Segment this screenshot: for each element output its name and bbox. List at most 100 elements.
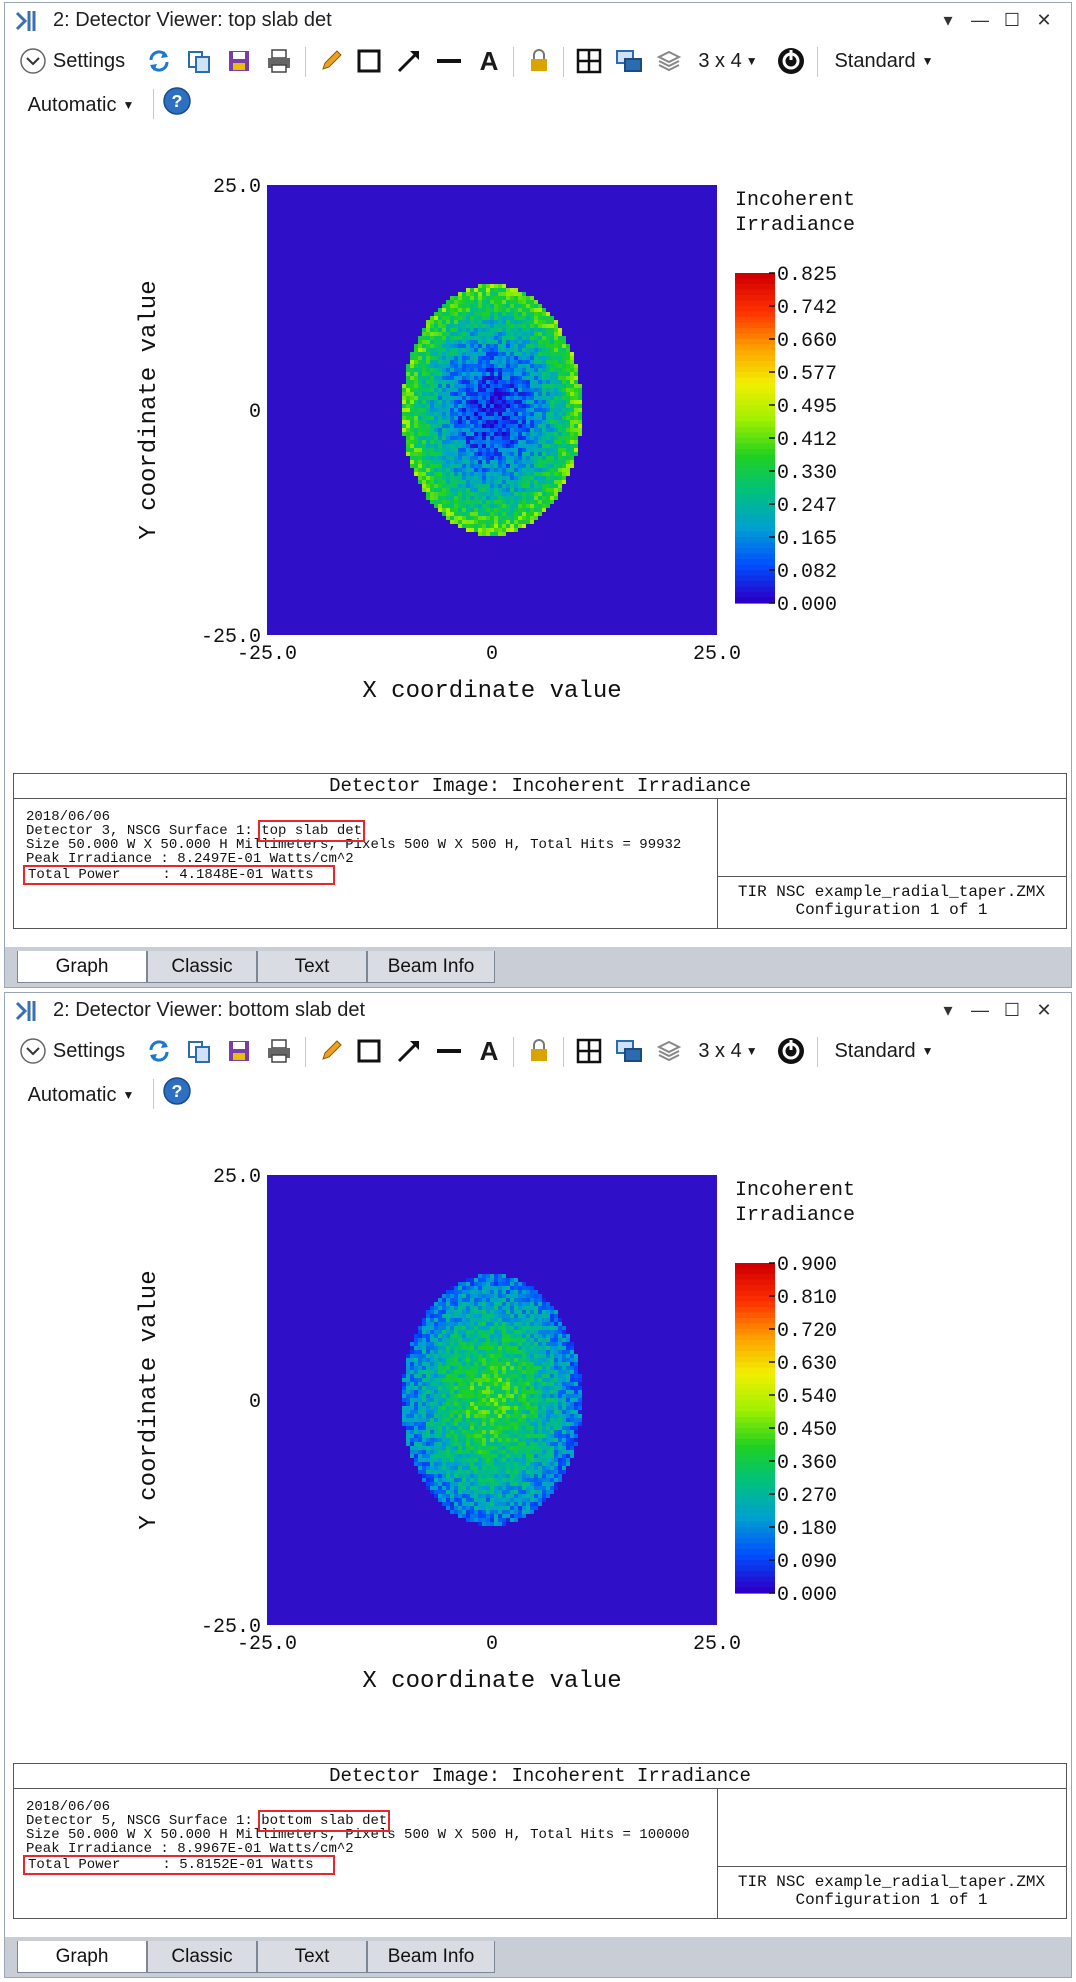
- zemax-app-icon: [15, 11, 36, 31]
- auto-update-icon[interactable]: [775, 47, 807, 75]
- configuration-label: Configuration 1 of 1: [795, 901, 988, 919]
- refresh-icon[interactable]: [145, 1037, 173, 1065]
- colorbar-tick-label: 0.630: [777, 1353, 837, 1376]
- standard-label: Standard: [834, 1039, 916, 1062]
- line-tool-icon[interactable]: [435, 47, 463, 75]
- colorbar-tick-label: 0.540: [777, 1386, 837, 1409]
- window-menu-dropdown-icon[interactable]: ▾: [935, 997, 961, 1023]
- text-tool-icon[interactable]: A: [475, 46, 503, 76]
- info-title: Detector Image: Incoherent Irradiance: [14, 1764, 1066, 1789]
- colorbar-tick-label: 0.360: [777, 1452, 837, 1475]
- chevron-down-icon: ▼: [122, 1088, 135, 1102]
- info-size-line: Size 50.000 W X 50.000 H Millimeters, Pi…: [26, 837, 682, 853]
- tab-classic[interactable]: Classic: [147, 1941, 257, 1973]
- settings-label: Settings: [52, 1039, 126, 1062]
- layout-dropdown[interactable]: 3 x 4 ▼: [695, 1037, 761, 1065]
- plot-area: -25.0 0 25.0 25.0 0 -25.0 X coordinate value Y …: [5, 125, 1071, 761]
- colorbar-tick-label: 0.660: [777, 330, 837, 353]
- copy-icon[interactable]: [185, 1037, 213, 1065]
- detector-viewer-window-top: 2: Detector Viewer: top slab det ▾ — ☐ ✕…: [4, 2, 1072, 988]
- tab-graph[interactable]: Graph: [17, 951, 147, 983]
- automatic-dropdown[interactable]: Automatic ▼: [21, 1081, 141, 1109]
- help-icon[interactable]: ?: [161, 1077, 193, 1105]
- toolbar-separator: [153, 1079, 154, 1109]
- colorbar-tick-label: 0.577: [777, 363, 837, 386]
- plot-area: -25.0 0 25.0 25.0 0 -25.0 X coordinate value Y …: [5, 1115, 1071, 1751]
- grid-icon[interactable]: [575, 47, 603, 75]
- maximize-icon[interactable]: ☐: [999, 7, 1025, 33]
- colorbar-tick-label: 0.720: [777, 1320, 837, 1343]
- save-icon[interactable]: [225, 1037, 253, 1065]
- lock-icon[interactable]: [525, 47, 553, 75]
- print-icon[interactable]: [265, 1037, 293, 1065]
- close-icon[interactable]: ✕: [1031, 7, 1057, 33]
- irradiance-chart: -25.0 0 25.025.00-25.0X coordinate valueY …: [136, 1166, 855, 1695]
- colorbar-tick-label: 0.090: [777, 1551, 837, 1574]
- view-tabs: Graph Classic Text Beam Info: [5, 1937, 1071, 1977]
- title-bar: 2: Detector Viewer: top slab det ▾ — ☐ ✕: [5, 3, 1071, 39]
- tab-beam-info[interactable]: Beam Info: [367, 951, 495, 983]
- settings-button[interactable]: Settings: [13, 1037, 131, 1065]
- x-tick-label: 0: [486, 1633, 498, 1656]
- y-tick-label: 0: [249, 1391, 261, 1414]
- colorbar-tick-label: 0.247: [777, 495, 837, 518]
- lock-icon[interactable]: [525, 1037, 553, 1065]
- colorbar-tick-label: 0.810: [777, 1287, 837, 1310]
- tab-text[interactable]: Text: [257, 1941, 367, 1973]
- print-icon[interactable]: [265, 47, 293, 75]
- rectangle-tool-icon[interactable]: [355, 1037, 383, 1065]
- windows-icon[interactable]: [615, 1037, 643, 1065]
- save-icon[interactable]: [225, 47, 253, 75]
- toolbar-separator: [305, 47, 306, 77]
- line-tool-icon[interactable]: [435, 1037, 463, 1065]
- info-detector-line: Detector 5, NSCG Surface 1: bottom slab …: [26, 1810, 690, 1832]
- minimize-icon[interactable]: —: [967, 7, 993, 33]
- colorbar-tick-label: 0.165: [777, 528, 837, 551]
- tab-beam-info[interactable]: Beam Info: [367, 1941, 495, 1973]
- colorbar-tick-label: 0.330: [777, 462, 837, 485]
- text-tool-icon[interactable]: A: [475, 1036, 503, 1066]
- settings-chevron-icon: [20, 1038, 46, 1064]
- layout-label: 3 x 4: [698, 49, 742, 72]
- colorbar-tick-label: 0.412: [777, 429, 837, 452]
- layout-dropdown[interactable]: 3 x 4 ▼: [695, 47, 761, 75]
- view-tabs: Graph Classic Text Beam Info: [5, 947, 1071, 987]
- y-tick-label: 25.0: [213, 1166, 261, 1189]
- pencil-icon[interactable]: [317, 47, 345, 75]
- window-title: 2: Detector Viewer: top slab det: [53, 9, 332, 31]
- layers-icon[interactable]: [655, 47, 683, 75]
- tab-classic[interactable]: Classic: [147, 951, 257, 983]
- arrow-tool-icon[interactable]: [395, 47, 423, 75]
- standard-dropdown[interactable]: Standard ▼: [829, 1037, 939, 1065]
- toolbar-separator: [153, 89, 154, 119]
- file-name: TIR NSC example_radial_taper.ZMX: [737, 1873, 1046, 1891]
- help-icon[interactable]: ?: [161, 87, 193, 115]
- toolbar-separator: [563, 1037, 564, 1067]
- info-date: 2018/06/06: [26, 1799, 111, 1815]
- windows-icon[interactable]: [615, 47, 643, 75]
- tab-graph[interactable]: Graph: [17, 1941, 147, 1973]
- close-icon[interactable]: ✕: [1031, 997, 1057, 1023]
- arrow-tool-icon[interactable]: [395, 1037, 423, 1065]
- colorbar-tick-label: 0.000: [777, 594, 837, 617]
- tab-text[interactable]: Text: [257, 951, 367, 983]
- colorbar-tick-label: 0.742: [777, 297, 837, 320]
- x-tick-label: 25.0: [693, 643, 741, 666]
- rectangle-tool-icon[interactable]: [355, 47, 383, 75]
- auto-update-icon[interactable]: [775, 1037, 807, 1065]
- automatic-dropdown[interactable]: Automatic ▼: [21, 91, 141, 119]
- info-panel: Detector Image: Incoherent Irradiance 20…: [13, 773, 1067, 929]
- refresh-icon[interactable]: [145, 47, 173, 75]
- info-size-line: Size 50.000 W X 50.000 H Millimeters, Pi…: [26, 1827, 690, 1843]
- settings-button[interactable]: Settings: [13, 47, 131, 75]
- window-menu-dropdown-icon[interactable]: ▾: [935, 7, 961, 33]
- x-tick-label: 25.0: [693, 1633, 741, 1656]
- info-date: 2018/06/06: [26, 809, 111, 825]
- maximize-icon[interactable]: ☐: [999, 997, 1025, 1023]
- copy-icon[interactable]: [185, 47, 213, 75]
- layers-icon[interactable]: [655, 1037, 683, 1065]
- pencil-icon[interactable]: [317, 1037, 345, 1065]
- standard-dropdown[interactable]: Standard ▼: [829, 47, 939, 75]
- grid-icon[interactable]: [575, 1037, 603, 1065]
- minimize-icon[interactable]: —: [967, 997, 993, 1023]
